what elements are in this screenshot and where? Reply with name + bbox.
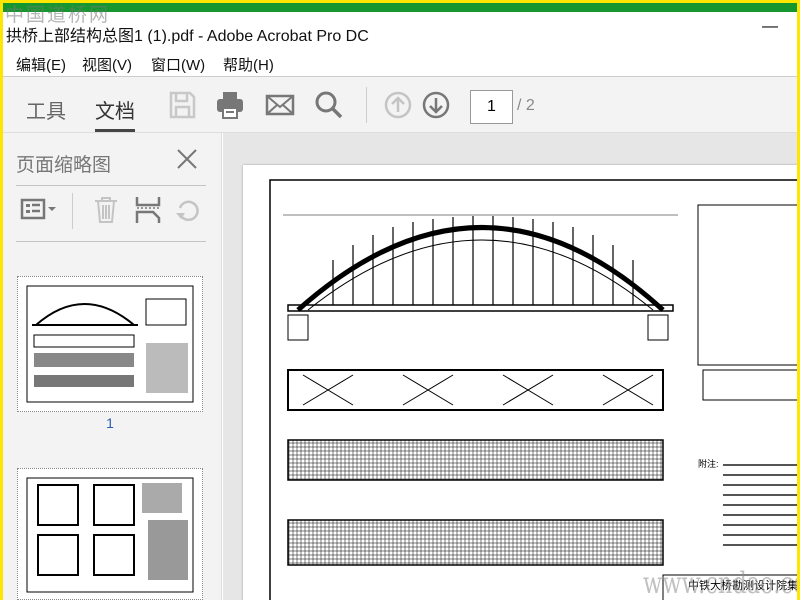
page-total: / 2: [517, 97, 535, 114]
drawing-notes-label: 附注:: [698, 459, 719, 469]
previous-page-icon[interactable]: [382, 89, 414, 121]
watermark-top: 中国道桥网: [5, 4, 111, 26]
next-page-icon[interactable]: [420, 89, 452, 121]
page-thumbnail-2[interactable]: [17, 468, 203, 600]
minimize-button[interactable]: —: [755, 18, 785, 42]
thumbnail-options-icon[interactable]: [20, 195, 60, 225]
panel-title: 页面缩略图: [16, 155, 112, 176]
page-thumbnail-1[interactable]: [17, 276, 203, 412]
watermark-bottom: www.cndao.com: [643, 566, 797, 600]
menu-bar: 编辑(E) 视图(V) 窗口(W) 帮助(H): [3, 44, 797, 77]
divider: [16, 241, 206, 242]
extract-pages-icon[interactable]: [133, 195, 163, 225]
menu-help[interactable]: 帮助(H): [223, 54, 274, 75]
divider: [72, 193, 73, 229]
page-thumbnails-panel: 页面缩略图 1: [3, 133, 222, 600]
tab-tools[interactable]: 工具: [26, 95, 66, 124]
app-window: 中国道桥网 拱桥上部结构总图1 (1).pdf - Adobe Acrobat …: [3, 3, 797, 600]
print-icon[interactable]: [214, 89, 246, 121]
tab-document[interactable]: 文档: [95, 95, 135, 132]
close-icon[interactable]: [175, 147, 199, 171]
document-view[interactable]: 附注: 中铁大桥勘测设计院集团有: [223, 133, 797, 600]
divider: [16, 185, 206, 186]
page-number-input[interactable]: 1: [470, 90, 513, 124]
title-bar: 拱桥上部结构总图1 (1).pdf - Adobe Acrobat Pro DC…: [3, 12, 797, 45]
email-icon[interactable]: [264, 89, 296, 121]
pdf-page: 附注: 中铁大桥勘测设计院集团有: [243, 165, 797, 600]
search-icon[interactable]: [313, 89, 345, 121]
menu-view[interactable]: 视图(V): [82, 54, 132, 75]
save-icon[interactable]: [166, 89, 198, 121]
rotate-icon[interactable]: [173, 195, 203, 225]
toolbar: 工具 文档 1 / 2: [3, 77, 797, 133]
bridge-drawing: [269, 179, 797, 600]
thumbnail-drawing: [26, 477, 194, 593]
delete-icon[interactable]: [91, 195, 121, 225]
window-top-bar: [3, 3, 797, 12]
thumbnail-drawing: [26, 285, 194, 403]
menu-edit[interactable]: 编辑(E): [16, 54, 66, 75]
thumbnail-page-label: 1: [106, 415, 114, 431]
toolbar-divider: [366, 87, 367, 123]
menu-window[interactable]: 窗口(W): [151, 54, 205, 75]
